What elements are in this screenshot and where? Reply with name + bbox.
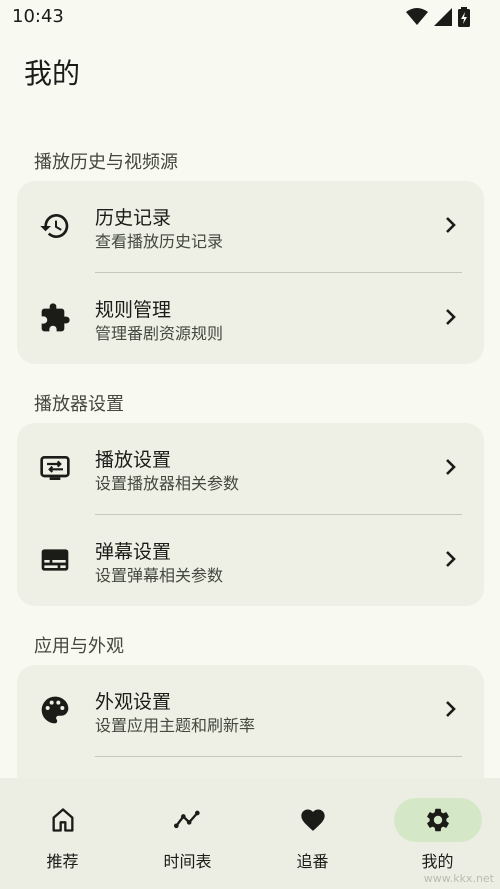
item-subtitle: 设置播放器相关参数 <box>95 474 240 493</box>
puzzle-icon <box>41 303 70 332</box>
section-header-appearance: 应用与外观 <box>34 636 124 657</box>
settings-item-appearance[interactable]: 外观设置 设置应用主题和刷新率 <box>17 665 484 755</box>
item-subtitle: 查看播放历史记录 <box>95 232 224 251</box>
settings-item-history[interactable]: 历史记录 查看播放历史记录 <box>17 181 484 271</box>
status-bar: 10:43 <box>0 0 500 34</box>
player-settings-icon <box>40 456 70 480</box>
chevron-right-icon <box>446 217 456 233</box>
section-header-player: 播放器设置 <box>34 394 124 415</box>
palette-icon <box>41 696 69 724</box>
item-subtitle: 管理番剧资源规则 <box>95 324 224 343</box>
card-player-settings: 播放设置 设置播放器相关参数 弹幕设置 设置弹幕相关参数 <box>17 423 484 606</box>
status-icons <box>406 7 470 27</box>
chevron-right-icon <box>446 459 456 475</box>
nav-label: 推荐 <box>46 852 79 871</box>
item-subtitle: 设置弹幕相关参数 <box>95 566 224 585</box>
item-title: 播放设置 <box>95 449 172 471</box>
settings-item-playback[interactable]: 播放设置 设置播放器相关参数 <box>17 423 484 513</box>
nav-item-recommend[interactable]: 推荐 <box>0 778 125 889</box>
item-title: 外观设置 <box>95 691 172 713</box>
settings-item-danmaku[interactable]: 弹幕设置 设置弹幕相关参数 <box>17 515 484 605</box>
item-subtitle: 设置应用主题和刷新率 <box>95 716 256 735</box>
timeline-icon <box>173 810 200 829</box>
home-icon <box>52 808 74 832</box>
divider <box>95 756 462 757</box>
history-icon <box>40 214 69 238</box>
nav-label: 追番 <box>296 852 329 871</box>
battery-icon <box>458 7 470 27</box>
page-title: 我的 <box>24 57 81 90</box>
item-title: 弹幕设置 <box>95 541 172 563</box>
chevron-right-icon <box>446 701 456 717</box>
chevron-right-icon <box>446 309 456 325</box>
settings-item-rules[interactable]: 规则管理 管理番剧资源规则 <box>17 273 484 363</box>
item-title: 历史记录 <box>95 207 172 229</box>
status-time: 10:43 <box>12 6 64 27</box>
nav-item-schedule[interactable]: 时间表 <box>125 778 250 889</box>
subtitles-icon <box>41 549 69 571</box>
watermark: www.kkx.net <box>423 872 494 885</box>
section-header-history: 播放历史与视频源 <box>34 152 178 173</box>
gear-icon <box>426 808 449 832</box>
nav-item-following[interactable]: 追番 <box>250 778 375 889</box>
nav-label: 时间表 <box>163 852 212 871</box>
chevron-right-icon <box>446 551 456 567</box>
nav-label: 我的 <box>421 852 454 871</box>
item-title: 规则管理 <box>95 299 172 321</box>
signal-icon <box>434 8 452 26</box>
bottom-navigation: 推荐 时间表 追番 我的 www.kkx.net <box>0 778 500 889</box>
heart-icon <box>300 809 325 831</box>
wifi-icon <box>406 8 428 25</box>
card-history-sources: 历史记录 查看播放历史记录 规则管理 管理番剧资源规则 <box>17 181 484 364</box>
